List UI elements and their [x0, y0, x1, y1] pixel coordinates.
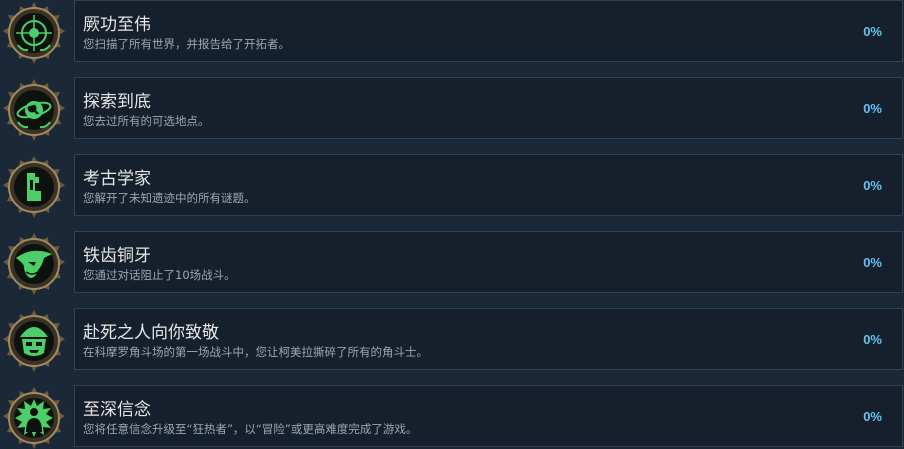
- achievement-percent: 0%: [863, 409, 882, 424]
- achievement-description: 您去过所有的可选地点。: [83, 114, 210, 128]
- hooded-figure-icon: [0, 231, 68, 297]
- achievement-title: 赴死之人向你致敬: [83, 323, 219, 343]
- achievement-panel: 至深信念 您将任意信念升级至“狂热者”，以“冒险”或更高难度完成了游戏。 0%: [74, 385, 903, 447]
- achievement-row[interactable]: 探索到底 您去过所有的可选地点。 0%: [0, 77, 904, 143]
- achievement-title: 至深信念: [83, 400, 151, 420]
- achievement-row[interactable]: 铁齿铜牙 您通过对话阻止了10场战斗。 0%: [0, 231, 904, 297]
- achievement-description: 您解开了未知遗迹中的所有谜题。: [83, 191, 256, 205]
- compass-emblem-icon: [0, 0, 68, 66]
- achievement-row[interactable]: 至深信念 您将任意信念升级至“狂热者”，以“冒险”或更高难度完成了游戏。 0%: [0, 385, 904, 449]
- achievement-panel: 探索到底 您去过所有的可选地点。 0%: [74, 77, 903, 139]
- achievement-percent: 0%: [863, 332, 882, 347]
- achievement-description: 您扫描了所有世界，并报告给了开拓者。: [83, 37, 290, 51]
- gladiator-helmet-icon: [0, 308, 68, 374]
- magnifier-globe-icon: [0, 77, 68, 143]
- achievement-panel: 考古学家 您解开了未知遗迹中的所有谜题。 0%: [74, 154, 903, 216]
- achievement-description: 您通过对话阻止了10场战斗。: [83, 268, 236, 282]
- achievement-title: 厥功至伟: [83, 15, 151, 35]
- achievement-title: 探索到底: [83, 92, 151, 112]
- achievement-title: 考古学家: [83, 169, 151, 189]
- radiant-figure-icon: [0, 385, 68, 449]
- achievement-list: 厥功至伟 您扫描了所有世界，并报告给了开拓者。 0% 探索到底 您去过所有的可选…: [0, 0, 904, 449]
- achievement-description: 在科摩罗角斗场的第一场战斗中，您让柯美拉撕碎了所有的角斗士。: [83, 345, 428, 359]
- achievement-row[interactable]: 赴死之人向你致敬 在科摩罗角斗场的第一场战斗中，您让柯美拉撕碎了所有的角斗士。 …: [0, 308, 904, 374]
- achievement-percent: 0%: [863, 24, 882, 39]
- achievement-percent: 0%: [863, 255, 882, 270]
- achievement-panel: 赴死之人向你致敬 在科摩罗角斗场的第一场战斗中，您让柯美拉撕碎了所有的角斗士。 …: [74, 308, 903, 370]
- achievement-row[interactable]: 厥功至伟 您扫描了所有世界，并报告给了开拓者。 0%: [0, 0, 904, 66]
- achievement-percent: 0%: [863, 178, 882, 193]
- achievement-percent: 0%: [863, 101, 882, 116]
- achievement-panel: 厥功至伟 您扫描了所有世界，并报告给了开拓者。 0%: [74, 0, 903, 62]
- achievement-description: 您将任意信念升级至“狂热者”，以“冒险”或更高难度完成了游戏。: [83, 422, 418, 436]
- ancient-glyph-icon: [0, 154, 68, 220]
- achievement-row[interactable]: 考古学家 您解开了未知遗迹中的所有谜题。 0%: [0, 154, 904, 220]
- achievement-title: 铁齿铜牙: [83, 246, 151, 266]
- achievement-panel: 铁齿铜牙 您通过对话阻止了10场战斗。 0%: [74, 231, 903, 293]
